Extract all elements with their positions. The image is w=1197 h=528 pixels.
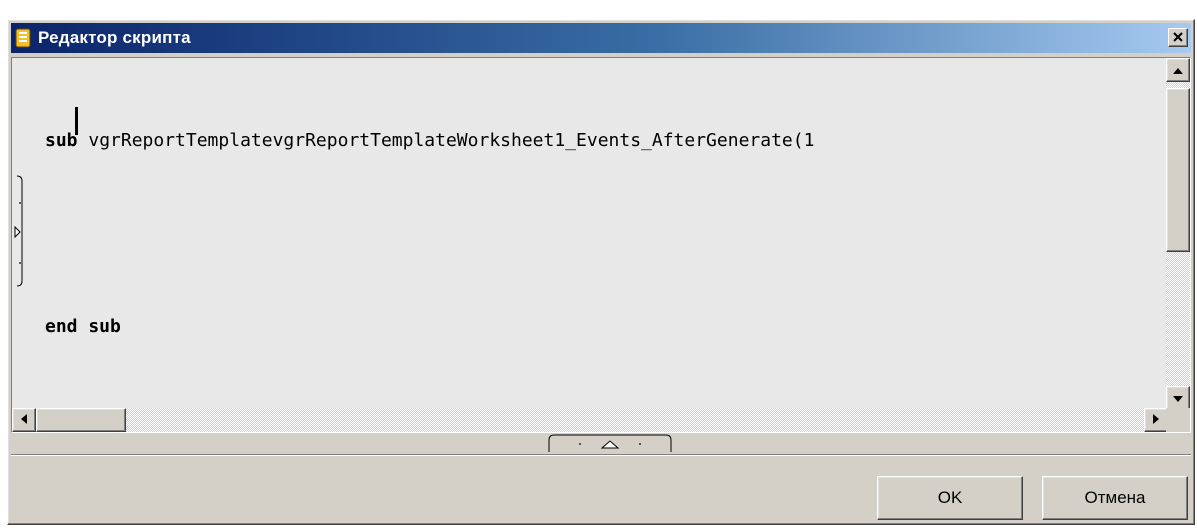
arrow-right-icon [1153, 411, 1159, 429]
footer-divider [11, 454, 1191, 456]
script-editor-app-icon [15, 28, 31, 48]
code-text: vgrReportTemplatevgrReportTemplateWorksh… [77, 130, 815, 151]
scrollbar-corner [1166, 408, 1190, 432]
code-editor-text-area[interactable]: sub vgrReportTemplatevgrReportTemplateWo… [12, 58, 1168, 410]
code-content: sub vgrReportTemplatevgrReportTemplateWo… [45, 63, 814, 404]
arrow-left-icon [21, 411, 27, 429]
title-bar[interactable]: Редактор скрипта [11, 23, 1191, 53]
scroll-up-button[interactable] [1166, 58, 1190, 82]
editor-gutter [12, 58, 34, 410]
code-line: sub vgrReportTemplatevgrReportTemplateWo… [45, 125, 814, 156]
vertical-scrollbar[interactable] [1166, 58, 1190, 410]
window-title: Редактор скрипта [38, 28, 191, 47]
text-caret [75, 107, 78, 135]
expand-panel-handle[interactable] [548, 434, 672, 452]
ok-button[interactable]: OK [877, 476, 1023, 520]
cancel-button[interactable]: Отмена [1042, 476, 1188, 520]
close-icon [1173, 29, 1183, 47]
arrow-down-icon [1173, 389, 1183, 407]
scroll-down-button[interactable] [1166, 386, 1190, 410]
collapse-panel-handle[interactable] [14, 175, 32, 287]
horizontal-scroll-thumb[interactable] [36, 408, 126, 432]
scroll-right-button[interactable] [1144, 408, 1168, 432]
close-button[interactable] [1168, 28, 1188, 47]
arrow-up-icon [1173, 61, 1183, 79]
horizontal-scrollbar[interactable] [12, 408, 1168, 432]
code-keyword: sub [45, 130, 78, 151]
panel-splitter[interactable] [11, 434, 1191, 452]
vertical-scroll-thumb[interactable] [1166, 88, 1190, 252]
scroll-left-button[interactable] [12, 408, 36, 432]
code-line: end sub [45, 311, 814, 342]
script-editor-dialog: Редактор скрипта sub vgrReportTemplatevg… [7, 19, 1195, 525]
code-editor: sub vgrReportTemplatevgrReportTemplateWo… [11, 57, 1191, 433]
code-keyword: end sub [45, 316, 121, 337]
